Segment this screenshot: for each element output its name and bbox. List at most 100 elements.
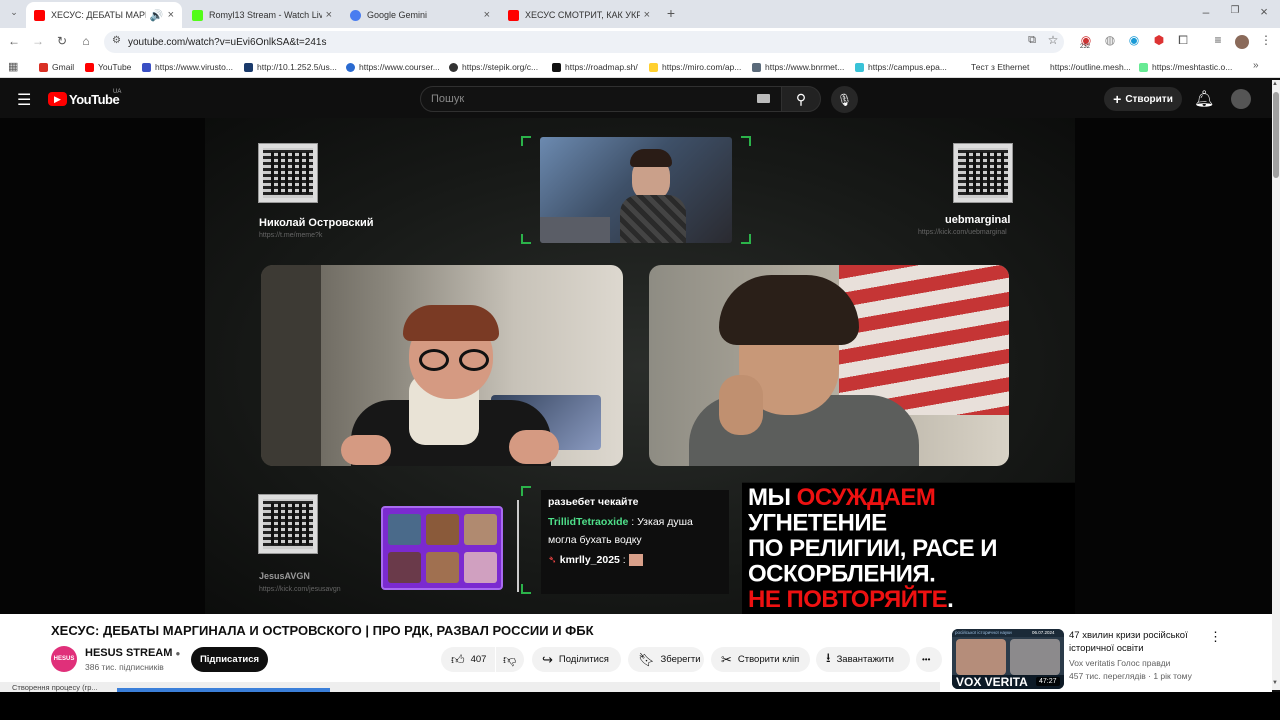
meshtastic-icon — [1139, 62, 1148, 72]
profile-avatar[interactable] — [1235, 35, 1249, 49]
bookmark-youtube[interactable]: YouTube — [85, 62, 131, 72]
recorder-status-text: Створення процесу (гр... — [12, 683, 98, 692]
cast-icon[interactable]: ⧉ — [1024, 34, 1040, 47]
emote-image — [426, 514, 459, 545]
bookmark-coursera[interactable]: https://www.courser... — [346, 62, 440, 72]
back-icon[interactable]: ← — [6, 34, 22, 48]
extensions-puzzle-icon[interactable]: ⧠ — [1175, 33, 1191, 48]
search-input[interactable]: Пошук — [420, 86, 782, 112]
host3-link: https://kick.com/jesusavgn — [259, 586, 341, 593]
recommended-video-thumbnail[interactable]: російської історичної науки 06.07.2024 V… — [952, 629, 1064, 689]
chat-message: могла бухать водку — [548, 534, 642, 546]
more-bookmarks-icon[interactable]: » — [1253, 60, 1259, 71]
tab-youtube-second[interactable]: ХЕСУС СМОТРИТ, КАК УКРАИН × — [500, 2, 658, 28]
forward-icon[interactable]: → — [30, 34, 46, 48]
thumbs-up-icon: 👍︎ — [451, 651, 465, 667]
bookmark-ethernet-test[interactable]: Тест з Ethernet — [971, 62, 1029, 72]
window-close-icon[interactable]: × — [1256, 4, 1272, 19]
emote-image — [464, 552, 497, 583]
scroll-up-icon[interactable]: ▲ — [1272, 81, 1278, 87]
youtube-favicon-icon — [34, 9, 45, 21]
extension-badge: 232 — [1080, 44, 1091, 50]
play-triangle-icon: ▶ — [54, 94, 61, 104]
bookmark-star-icon[interactable]: ☆ — [1045, 33, 1061, 47]
host3-name: JesusAVGN — [259, 571, 310, 581]
bookmark-outline[interactable]: https://outline.mesh... — [1050, 62, 1131, 72]
account-avatar[interactable] — [1231, 89, 1251, 109]
tab-search-icon[interactable]: ⌄ — [6, 7, 22, 18]
recommendation-menu-icon[interactable]: ⋮ — [1209, 629, 1222, 645]
scrollbar-thumb[interactable] — [1273, 92, 1279, 178]
dislike-button[interactable]: 👎︎ — [496, 647, 524, 672]
qr-code-host1 — [258, 143, 318, 203]
adblock-icon[interactable]: ⬢ — [1151, 33, 1167, 47]
frame-corner — [521, 486, 531, 496]
frame-corner — [521, 584, 531, 594]
roadmap-icon — [552, 62, 561, 72]
scroll-down-icon[interactable]: ▼ — [1272, 680, 1278, 686]
menu-kebab-icon[interactable]: ⋮ — [1258, 33, 1274, 47]
restore-icon[interactable]: ❐ — [1227, 5, 1243, 16]
bookmark-miro[interactable]: https://miro.com/ap... — [649, 62, 741, 72]
verified-icon: ● — [175, 649, 181, 658]
create-button[interactable]: + Створити — [1104, 87, 1182, 111]
recommended-channel-name[interactable]: Vox veritatis Голос правди — [1069, 658, 1170, 668]
like-button[interactable]: 👍︎ 407 — [441, 647, 495, 672]
youtube-icon — [85, 62, 94, 72]
channel-name[interactable]: HESUS STREAM ● — [85, 647, 180, 659]
site-info-icon[interactable]: ⚙ — [112, 35, 121, 46]
hamburger-menu-icon[interactable]: ☰ — [17, 90, 31, 110]
close-tab-icon[interactable]: × — [644, 9, 650, 21]
bookmarks-bar: ▦ Gmail YouTube https://www.virusto... h… — [0, 56, 1280, 78]
apps-grid-icon[interactable]: ▦ — [8, 60, 18, 73]
new-tab-icon[interactable]: + — [663, 5, 679, 21]
plus-icon: + — [1113, 91, 1122, 107]
address-bar[interactable]: ⚙ youtube.com/watch?v=uEvi6OnlkSA&t=241s — [104, 31, 1064, 53]
voice-search-button[interactable]: 🎙︎ — [831, 86, 858, 113]
subscribe-button[interactable]: Підписатися — [191, 647, 268, 672]
host1-link: https://t.me/meme?k — [259, 232, 323, 239]
virustotal-icon — [142, 62, 151, 72]
bookmark-local-ip[interactable]: http://10.1.252.5/us... — [244, 62, 337, 72]
kick-badge-icon: ➴ — [548, 554, 557, 566]
emote-image — [388, 552, 421, 583]
home-icon[interactable]: ⌂ — [78, 34, 94, 48]
tab-youtube-active[interactable]: ХЕСУС: ДЕБАТЫ МАРГИНАЛА 🔊 × — [26, 2, 182, 28]
more-dots-icon: ••• — [922, 655, 931, 664]
stream-chat-overlay: разьебет чекайте TrillidTetraoxide : Узк… — [541, 490, 729, 594]
frame-corner — [741, 136, 751, 146]
tab-kick-stream[interactable]: Romyl13 Stream - Watch Live o × — [184, 2, 340, 28]
recommended-video-title[interactable]: 47 хвилин кризи російської історичної ос… — [1069, 629, 1205, 655]
notifications-bell-icon[interactable]: 🔔︎ — [1194, 89, 1214, 109]
close-tab-icon[interactable]: × — [484, 9, 490, 21]
bookmark-stepik[interactable]: https://stepik.org/c... — [449, 62, 538, 72]
minimize-icon[interactable]: – — [1198, 5, 1214, 19]
emote-image — [464, 514, 497, 545]
share-button[interactable]: ↪ Поділитися — [532, 647, 621, 672]
youtube-logo-text[interactable]: YouTube — [69, 92, 120, 107]
save-button[interactable]: 🔖︎ Зберегти — [628, 647, 704, 672]
bookmark-meshtastic[interactable]: https://meshtastic.o... — [1139, 62, 1232, 72]
translate-icon[interactable]: ◍ — [1102, 33, 1118, 47]
bookmark-bnrmet[interactable]: https://www.bnrmet... — [752, 62, 844, 72]
clip-button[interactable]: ✂ Створити кліп — [711, 647, 810, 672]
speaker-icon[interactable]: 🔊 — [150, 9, 164, 22]
emote-grid — [381, 506, 503, 590]
search-button[interactable]: ⚲ — [781, 86, 821, 112]
bookmark-icon: 🔖︎ — [638, 651, 655, 667]
reading-list-icon[interactable]: ≡ — [1210, 33, 1226, 47]
bookmark-gmail[interactable]: Gmail — [39, 62, 74, 72]
bookmark-campus-epam[interactable]: https://campus.epa... — [855, 62, 947, 72]
vpn-icon[interactable]: ◉ — [1126, 33, 1142, 47]
bookmark-virustotal[interactable]: https://www.virusto... — [142, 62, 233, 72]
download-button[interactable]: ⭳ Завантажити — [816, 647, 910, 672]
more-actions-button[interactable]: ••• — [916, 647, 942, 672]
channel-avatar[interactable]: HESUS — [51, 646, 77, 672]
close-tab-icon[interactable]: × — [168, 9, 174, 21]
keyboard-icon[interactable] — [757, 94, 770, 103]
close-tab-icon[interactable]: × — [326, 9, 332, 21]
disclaimer-line: ПО РЕЛИГИИ, РАСЕ И ОСКОРБЛЕНИЯ. — [748, 534, 998, 588]
tab-gemini[interactable]: Google Gemini × — [342, 2, 498, 28]
reload-icon[interactable]: ↻ — [54, 34, 70, 48]
bookmark-roadmap[interactable]: https://roadmap.sh/ — [552, 62, 638, 72]
